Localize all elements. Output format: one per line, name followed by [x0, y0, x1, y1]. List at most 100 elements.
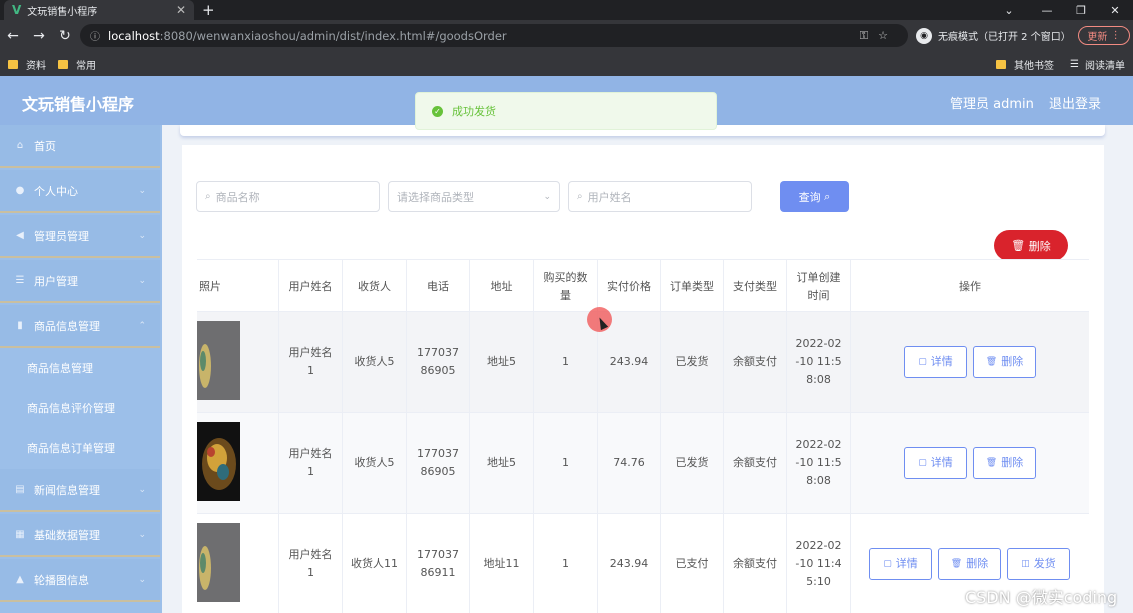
incognito-label: 无痕模式（已打开 2 个窗口）	[938, 32, 1071, 43]
bookmark-folder[interactable]: 资料	[8, 57, 46, 72]
sidebar-item-admins[interactable]: ◀ 管理员管理 ⌄	[0, 215, 160, 258]
sidebar-item-goods[interactable]: ▮ 商品信息管理 ⌃	[0, 305, 160, 348]
detail-button[interactable]: ▢ 详情	[904, 447, 967, 479]
sidebar-item-profile[interactable]: ● 个人中心 ⌄	[0, 170, 160, 213]
person-icon: ▲	[16, 574, 24, 585]
product-photo[interactable]	[197, 422, 240, 501]
reading-list[interactable]: ☰ 阅读清单	[1070, 57, 1125, 72]
query-button[interactable]: 查询 ⌕	[780, 181, 849, 212]
address-toolbar: ← → ↻ ⓘ localhost:8080/wenwanxiaoshou/ad…	[0, 20, 1133, 52]
success-toast: ✓ 成功发货	[415, 92, 717, 130]
bookmark-folder[interactable]: 常用	[58, 57, 96, 72]
detail-button[interactable]: ▢ 详情	[869, 548, 932, 580]
window-close-icon[interactable]: ✕	[1098, 0, 1132, 20]
receiver-cell: 收货人5	[343, 413, 407, 513]
grid-icon: ▦	[15, 529, 25, 540]
detail-button[interactable]: ▢ 详情	[904, 346, 967, 378]
bookmark-folder[interactable]: 其他书签	[996, 57, 1054, 72]
vue-logo-icon: V	[12, 3, 22, 17]
chevron-down-icon: ⌄	[138, 529, 146, 540]
created-cell: 2022-02-10 11:58:08	[787, 413, 851, 513]
phone-cell: 17703786911	[407, 514, 470, 613]
price-cell: 243.94	[598, 514, 661, 613]
browser-tab[interactable]: V 文玩销售小程序 ✕	[4, 0, 194, 20]
sidebar-item-home[interactable]: ⌂ 首页	[0, 125, 160, 168]
product-photo[interactable]	[197, 523, 240, 602]
close-icon[interactable]: ✕	[176, 3, 186, 17]
sidebar-item-news[interactable]: ▤ 新闻信息管理 ⌄	[0, 469, 160, 512]
address-cell: 地址11	[470, 514, 534, 613]
phone-cell: 17703786905	[407, 413, 470, 513]
col-created: 订单创建时间	[787, 260, 851, 313]
col-address: 地址	[470, 260, 534, 313]
reload-icon[interactable]: ↻	[52, 28, 78, 44]
home-icon: ⌂	[16, 140, 24, 151]
trash-icon: 🗑	[985, 357, 998, 367]
col-order-type: 订单类型	[661, 260, 724, 313]
url-input[interactable]: ⓘ localhost:8080/wenwanxiaoshou/admin/di…	[80, 24, 908, 47]
product-photo[interactable]	[197, 321, 240, 400]
col-pay-type: 支付类型	[724, 260, 787, 313]
goods-name-input[interactable]: ⌕ 商品名称	[196, 181, 380, 212]
key-star-icons[interactable]: ⚿☆	[860, 29, 898, 43]
info-icon[interactable]: ⓘ	[90, 28, 100, 43]
sidebar-sub-orders[interactable]: 商品信息订单管理	[0, 428, 160, 468]
search-icon: ⌕	[824, 189, 831, 203]
col-qty: 购买的数量	[534, 260, 598, 313]
check-circle-icon: ✓	[432, 105, 443, 117]
document-icon: ▢	[918, 458, 927, 468]
document-icon: ▢	[918, 357, 927, 367]
new-tab-icon[interactable]: +	[202, 1, 215, 19]
user-cell: 用户姓名1	[279, 514, 343, 613]
chevron-down-icon: ⌄	[138, 230, 146, 241]
col-receiver: 收货人	[343, 260, 407, 313]
sidebar-item-basedata[interactable]: ▦ 基础数据管理 ⌄	[0, 514, 160, 557]
minimize-icon[interactable]: —	[1030, 0, 1064, 20]
incognito-indicator[interactable]: ◉ 无痕模式（已打开 2 个窗口）	[916, 24, 1071, 47]
phone-cell: 17703786905	[407, 312, 470, 412]
actions-cell: ▢ 详情 🗑 删除	[851, 312, 1089, 412]
sidebar-item-carousel[interactable]: ▲ 轮播图信息 ⌄	[0, 559, 160, 602]
address-cell: 地址5	[470, 413, 534, 513]
sidebar-sub-reviews[interactable]: 商品信息评价管理	[0, 388, 160, 428]
back-icon[interactable]: ←	[0, 28, 26, 44]
logout-link[interactable]: 退出登录	[1049, 93, 1101, 112]
maximize-icon[interactable]: ❐	[1064, 0, 1098, 20]
ship-button[interactable]: ◫ 发货	[1007, 548, 1070, 580]
list-icon: ☰	[15, 275, 25, 286]
delete-button[interactable]: 🗑 删除	[973, 346, 1036, 378]
batch-delete-button[interactable]: 🗑 删除	[994, 230, 1068, 261]
delete-button[interactable]: 🗑 删除	[938, 548, 1001, 580]
order-type-cell: 已发货	[661, 312, 724, 412]
app-title: 文玩销售小程序	[22, 95, 135, 114]
chevron-up-icon: ⌃	[138, 320, 146, 331]
sidebar-item-users[interactable]: ☰ 用户管理 ⌄	[0, 260, 160, 303]
photo-cell	[197, 312, 279, 412]
trash-icon: 🗑	[985, 458, 998, 468]
folder-icon	[8, 60, 18, 69]
qty-cell: 1	[534, 514, 598, 613]
order-type-cell: 已发货	[661, 413, 724, 513]
sidebar-sub-goods[interactable]: 商品信息管理	[0, 348, 160, 388]
watermark: CSDN @微实coding	[965, 588, 1118, 607]
table-row: 用户姓名1 收货人5 17703786905 地址5 1 243.94 已发货 …	[197, 312, 1089, 413]
chevron-down-icon: ⌄	[138, 574, 146, 585]
ship-icon: ◫	[1021, 559, 1030, 569]
folder-icon	[58, 60, 68, 69]
folder-icon	[996, 60, 1006, 69]
table-header: 照片 用户姓名 收货人 电话 地址 购买的数量 实付价格 订单类型 支付类型 订…	[197, 259, 1089, 313]
toast-message: 成功发货	[452, 105, 496, 118]
megaphone-icon: ◀	[16, 230, 24, 241]
news-icon: ▤	[15, 484, 25, 495]
price-cell: 74.76	[598, 413, 661, 513]
chevron-down-icon[interactable]: ⌄	[992, 0, 1026, 20]
search-icon: ⌕	[577, 191, 583, 202]
delete-button[interactable]: 🗑 删除	[973, 447, 1036, 479]
goods-type-select[interactable]: 请选择商品类型 ⌄	[388, 181, 560, 212]
forward-icon[interactable]: →	[26, 28, 52, 44]
user-name-input[interactable]: ⌕ 用户姓名	[568, 181, 752, 212]
chevron-down-icon: ⌄	[138, 275, 146, 286]
trash-icon: 🗑	[1011, 239, 1026, 252]
col-actions: 操作	[959, 279, 981, 293]
update-button[interactable]: 更新 ⋮	[1078, 26, 1130, 45]
